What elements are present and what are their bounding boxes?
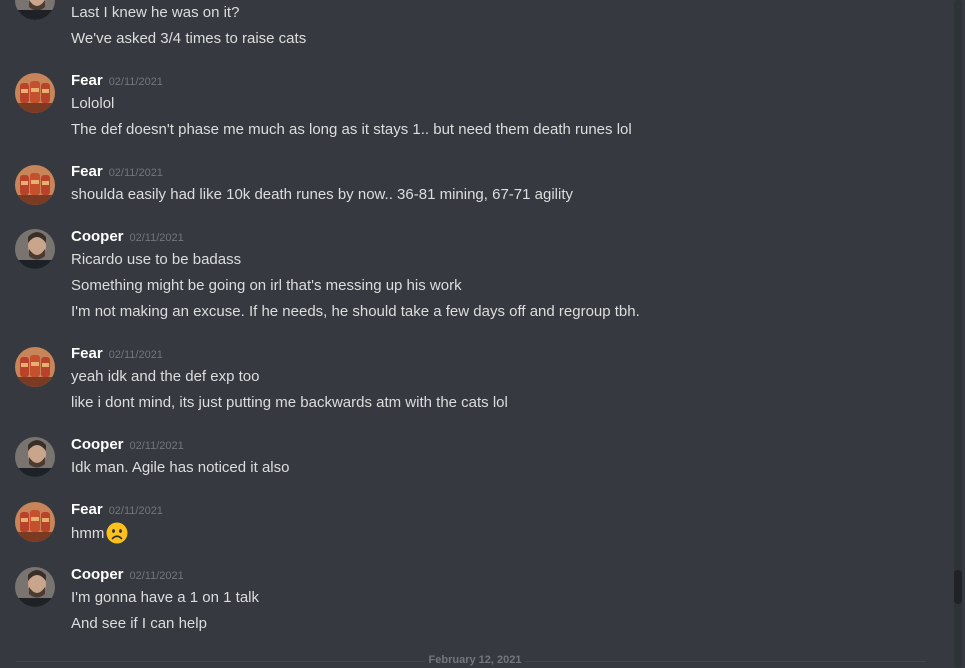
message-text: shoulda easily had like 10k death runes … [71,186,573,203]
message-header: Cooper 02/11/2021 [71,228,184,248]
message-text: Something might be going on irl that's m… [71,277,462,294]
message-text: Idk man. Agile has noticed it also [71,459,290,476]
frowning-face-icon[interactable] [106,522,128,544]
message-text: hmm [71,522,128,545]
message-text: Lololol [71,95,115,112]
message-timestamp[interactable]: 02/11/2021 [109,167,163,179]
avatar[interactable] [15,0,55,20]
avatar[interactable] [15,567,55,607]
message-timestamp[interactable]: 02/11/2021 [130,232,184,244]
message-text: And see if I can help [71,615,207,632]
message-text: Ricardo use to be badass [71,251,242,268]
author-name[interactable]: Cooper [71,566,124,583]
message-text: like i dont mind, its just putting me ba… [71,394,508,411]
message-header: Fear 02/11/2021 [71,72,163,92]
author-name[interactable]: Fear [71,501,103,518]
message-timestamp[interactable]: 02/11/2021 [130,440,184,452]
message-header: Fear 02/11/2021 [71,163,163,183]
message-header: Fear 02/11/2021 [71,345,163,365]
message-header: Fear 02/11/2021 [71,501,163,521]
author-name[interactable]: Fear [71,345,103,362]
date-divider: February 12, 2021 [0,654,950,666]
message-text: The def doesn't phase me much as long as… [71,121,632,138]
avatar[interactable] [15,73,55,113]
avatar[interactable] [15,229,55,269]
message-timestamp[interactable]: 02/11/2021 [109,505,163,517]
date-divider-label: February 12, 2021 [424,654,526,666]
author-name[interactable]: Cooper [71,436,124,453]
message-text: I'm not making an excuse. If he needs, h… [71,303,640,320]
author-name[interactable]: Fear [71,72,103,89]
message-text: We've asked 3/4 times to raise cats [71,30,307,47]
avatar[interactable] [15,165,55,205]
message-timestamp[interactable]: 02/11/2021 [130,570,184,582]
message-timestamp[interactable]: 02/11/2021 [109,349,163,361]
author-name[interactable]: Cooper [71,228,124,245]
scrollbar-thumb[interactable] [954,570,962,604]
message-text: Last I knew he was on it? [71,4,240,21]
author-name[interactable]: Fear [71,163,103,180]
message-text: I'm gonna have a 1 on 1 talk [71,589,259,606]
avatar[interactable] [15,437,55,477]
scrollbar-track[interactable] [954,0,962,668]
message-header: Cooper 02/11/2021 [71,436,184,456]
avatar[interactable] [15,502,55,542]
message-list[interactable]: Last I knew he was on it? We've asked 3/… [0,0,950,668]
message-timestamp[interactable]: 02/11/2021 [109,76,163,88]
message-text: yeah idk and the def exp too [71,368,260,385]
message-header: Cooper 02/11/2021 [71,566,184,586]
message-text-content: hmm [71,524,105,542]
avatar[interactable] [15,347,55,387]
